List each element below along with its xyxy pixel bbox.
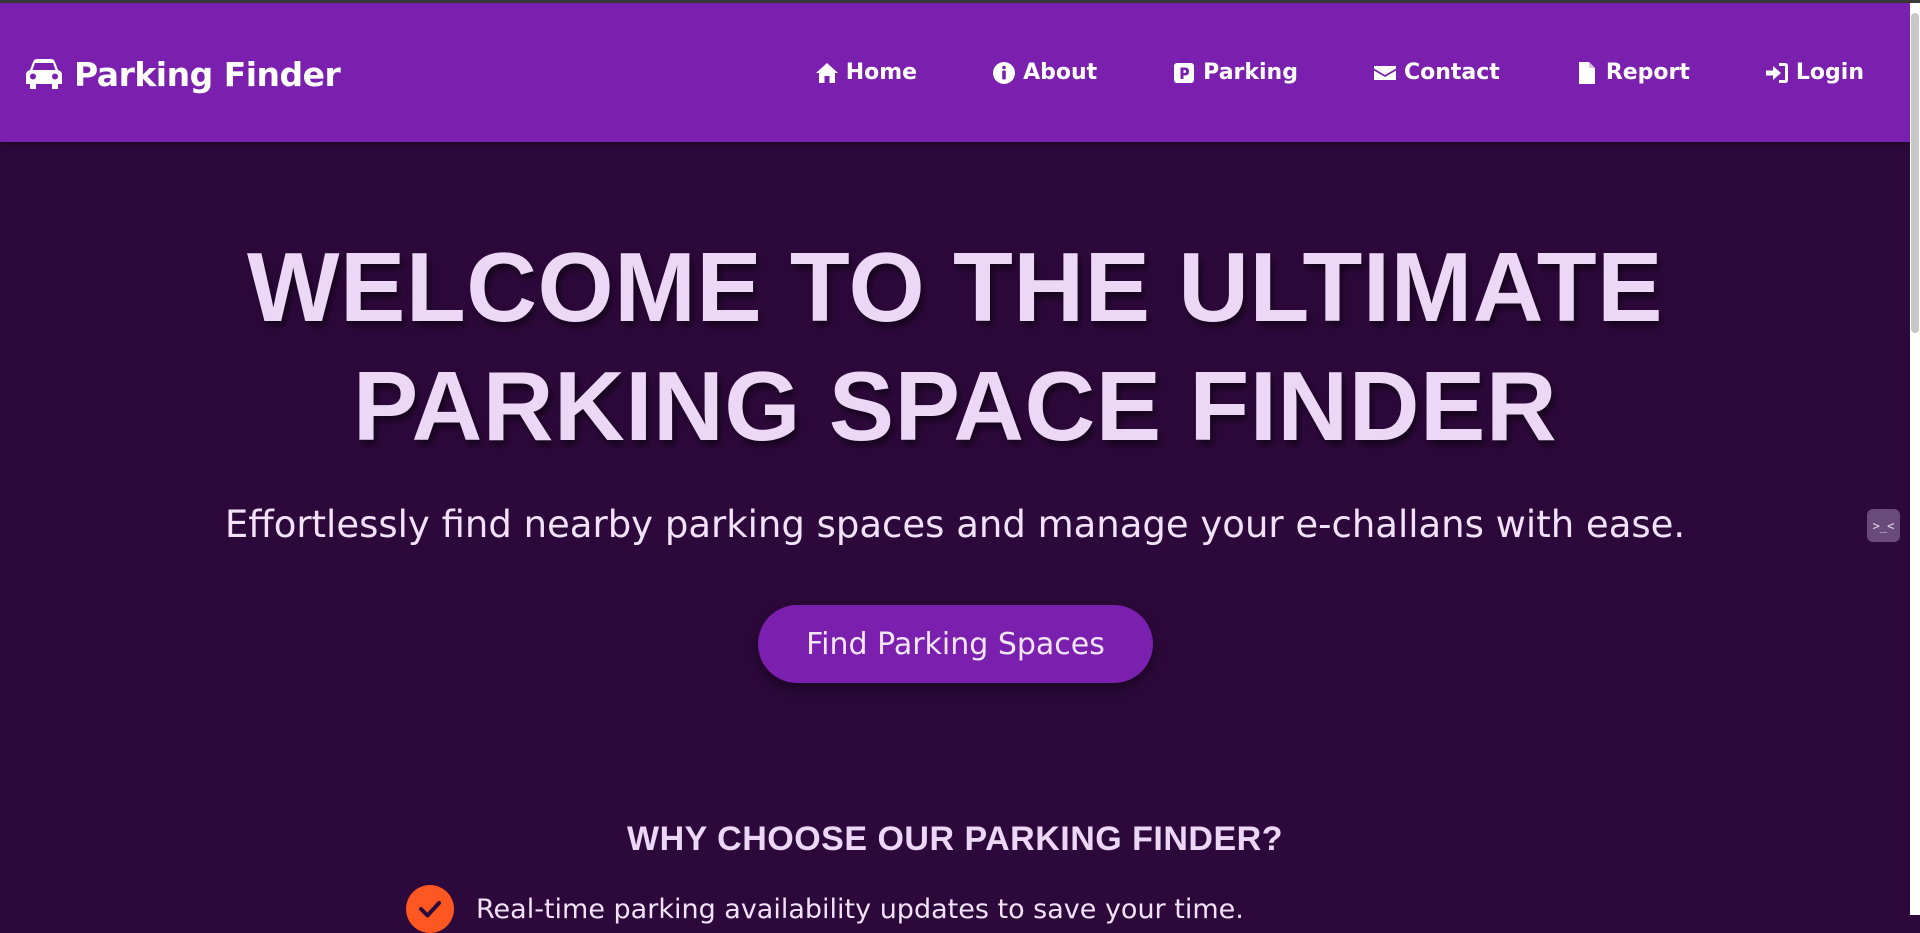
hero-title: WELCOME TO THE ULTIMATE PARKING SPACE FI… <box>0 228 1910 466</box>
nav-report[interactable]: Report <box>1575 60 1690 85</box>
hero-subtitle: Effortlessly find nearby parking spaces … <box>224 503 1686 546</box>
feature-text: Real-time parking availability updates t… <box>476 893 1244 925</box>
navbar: Parking Finder Home About Parking Contac… <box>0 3 1910 142</box>
check-icon <box>406 885 454 933</box>
nav-contact[interactable]: Contact <box>1373 60 1500 85</box>
nav-contact-label: Contact <box>1403 60 1500 85</box>
sign-in-icon <box>1765 62 1788 83</box>
envelope-icon <box>1373 65 1396 80</box>
home-icon <box>815 62 838 83</box>
why-section-title: WHY CHOOSE OUR PARKING FINDER? <box>627 820 1283 858</box>
nav-login-label: Login <box>1795 60 1864 85</box>
main-nav: Home About Parking Contact Report Login <box>815 60 1864 85</box>
info-circle-icon <box>993 61 1016 84</box>
nav-about-label: About <box>1023 60 1098 85</box>
parking-sign-icon <box>1174 62 1195 83</box>
scrollbar-thumb[interactable] <box>1911 13 1919 333</box>
nav-parking[interactable]: Parking <box>1172 60 1298 85</box>
car-icon <box>26 59 62 89</box>
document-icon <box>1578 61 1595 84</box>
page-scrollbar[interactable] <box>1910 3 1920 915</box>
nav-home[interactable]: Home <box>815 60 917 85</box>
hero-title-line-2: PARKING SPACE FINDER <box>352 351 1558 461</box>
nav-report-label: Report <box>1605 60 1690 85</box>
brand-title: Parking Finder <box>74 54 341 94</box>
nav-parking-label: Parking <box>1203 60 1298 85</box>
devtools-toggle-button[interactable]: >_< <box>1867 509 1900 542</box>
brand-link[interactable]: Parking Finder <box>26 52 341 96</box>
feature-item: Real-time parking availability updates t… <box>406 885 1244 933</box>
nav-home-label: Home <box>845 60 918 85</box>
nav-login[interactable]: Login <box>1765 60 1864 85</box>
nav-about[interactable]: About <box>992 60 1097 85</box>
hero-title-line-1: WELCOME TO THE ULTIMATE <box>246 232 1664 342</box>
find-parking-button[interactable]: Find Parking Spaces <box>758 605 1153 683</box>
